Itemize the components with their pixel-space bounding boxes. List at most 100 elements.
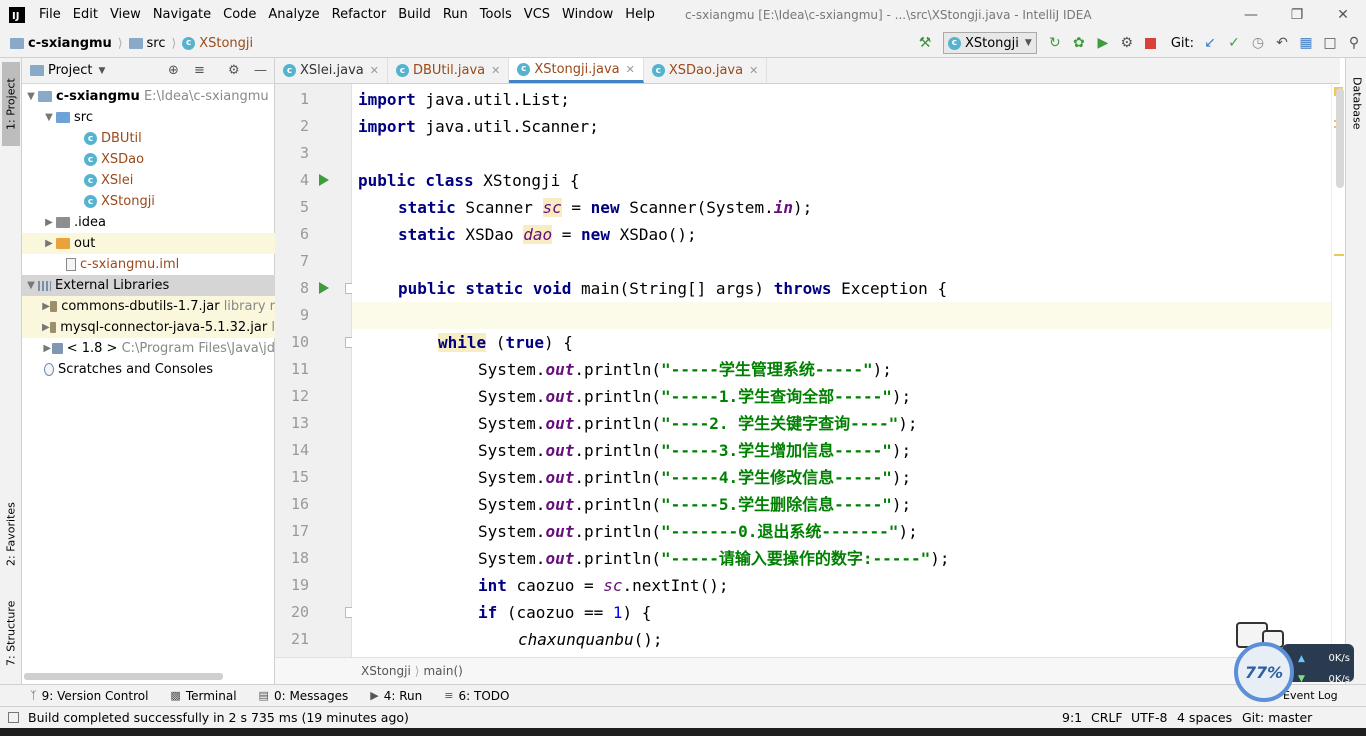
run-config-select[interactable]: c XStongji ▼: [942, 32, 1037, 54]
tab-dbutil[interactable]: c DBUtil.java ✕: [388, 58, 510, 83]
menu-file[interactable]: File: [33, 7, 67, 22]
search-icon[interactable]: ⚲: [1342, 32, 1366, 54]
file-encoding[interactable]: UTF-8: [1131, 710, 1167, 725]
run-coverage-icon[interactable]: ▶: [1091, 32, 1115, 54]
chevron-down-icon[interactable]: ▼: [24, 280, 38, 291]
git-branch[interactable]: Git: master: [1242, 710, 1312, 725]
tree-row-external-libraries[interactable]: ▼ External Libraries: [22, 275, 275, 296]
locate-icon[interactable]: ⊕: [168, 63, 179, 78]
presentation-icon[interactable]: □: [1318, 32, 1342, 54]
line-number: 18: [290, 549, 309, 567]
chevron-down-icon[interactable]: ▼: [24, 91, 38, 102]
tree-row-root[interactable]: ▼ c-sxiangmu E:\Idea\c-sxiangmu: [22, 86, 275, 107]
network-speed-widget[interactable]: 77% ▲ 0K/s ▼ 0K/s: [1232, 622, 1354, 702]
indent-setting[interactable]: 4 spaces: [1177, 710, 1232, 725]
project-structure-icon[interactable]: ▦: [1294, 32, 1318, 54]
horizontal-scrollbar[interactable]: [24, 673, 223, 680]
menu-analyze[interactable]: Analyze: [262, 7, 325, 22]
tree-row-src[interactable]: ▼ src: [22, 107, 275, 128]
close-icon[interactable]: ✕: [1320, 0, 1366, 29]
tab-database[interactable]: Database: [1348, 68, 1366, 138]
status-message[interactable]: Build completed successfully in 2 s 735 …: [28, 710, 409, 725]
warning-marker[interactable]: [1334, 254, 1344, 256]
tool-version-control[interactable]: ᛉ 9: Version Control: [30, 689, 148, 703]
line-number: 15: [290, 468, 309, 486]
tab-xsdao[interactable]: c XSDao.java ✕: [644, 58, 768, 83]
tree-row-out[interactable]: ▶ out: [22, 233, 275, 254]
vertical-scrollbar[interactable]: [1336, 88, 1344, 188]
breadcrumb-method[interactable]: main(): [423, 664, 462, 678]
run-class-icon[interactable]: [319, 174, 329, 186]
code-editor[interactable]: import java.util.List; import java.util.…: [352, 84, 1335, 657]
menu-build[interactable]: Build: [392, 7, 437, 22]
menu-help[interactable]: Help: [619, 7, 661, 22]
menu-view[interactable]: View: [104, 7, 147, 22]
rerun-icon[interactable]: ↻: [1043, 32, 1067, 54]
git-commit-icon[interactable]: ✓: [1222, 32, 1246, 54]
caret-position[interactable]: 9:1: [1062, 710, 1082, 725]
chevron-down-icon[interactable]: ▼: [42, 112, 56, 123]
menu-code[interactable]: Code: [217, 7, 262, 22]
project-view-icon: [30, 65, 44, 76]
menu-run[interactable]: Run: [437, 7, 474, 22]
line-separator[interactable]: CRLF: [1091, 710, 1123, 725]
tree-row-library[interactable]: ▶ commons-dbutils-1.7.jar library r: [22, 296, 275, 317]
breadcrumb-file[interactable]: c XStongji: [180, 36, 255, 51]
tab-xslei[interactable]: c XSlei.java ✕: [275, 58, 388, 83]
tab-project[interactable]: 1: Project: [2, 62, 20, 146]
gear-icon[interactable]: ⚙: [228, 63, 240, 78]
tree-row-scratches[interactable]: Scratches and Consoles: [22, 359, 275, 380]
chevron-right-icon[interactable]: ▶: [42, 238, 56, 249]
code-line: int caozuo = sc.nextInt();: [478, 576, 729, 595]
build-hammer-icon[interactable]: ⚒: [913, 32, 937, 54]
tree-row-class[interactable]: c XStongji: [22, 191, 275, 212]
close-tab-icon[interactable]: ✕: [749, 64, 758, 77]
run-main-icon[interactable]: [319, 282, 329, 294]
chevron-right-icon[interactable]: ▶: [42, 343, 52, 354]
profile-icon[interactable]: ⚙: [1115, 32, 1139, 54]
debug-bug-icon[interactable]: ✿: [1067, 32, 1091, 54]
tool-terminal[interactable]: ▩ Terminal: [170, 689, 236, 703]
menu-tools[interactable]: Tools: [474, 7, 518, 22]
menu-vcs[interactable]: VCS: [518, 7, 556, 22]
tree-row-class[interactable]: c XSlei: [22, 170, 275, 191]
tree-row-class[interactable]: c DBUtil: [22, 128, 275, 149]
tool-run[interactable]: ▶ 4: Run: [370, 689, 422, 703]
menu-navigate[interactable]: Navigate: [147, 7, 217, 22]
menu-refactor[interactable]: Refactor: [326, 7, 393, 22]
tool-messages[interactable]: ▤ 0: Messages: [259, 689, 349, 703]
project-panel-title[interactable]: Project: [48, 63, 92, 78]
line-number: 17: [290, 522, 309, 540]
chevron-right-icon[interactable]: ▶: [42, 301, 50, 312]
tree-row-iml[interactable]: c-sxiangmu.iml: [22, 254, 275, 275]
chevron-down-icon[interactable]: ▼: [98, 66, 105, 76]
collapse-all-icon[interactable]: ≡: [194, 63, 205, 78]
tool-todo[interactable]: ≡ 6: TODO: [444, 689, 509, 703]
menu-edit[interactable]: Edit: [67, 7, 104, 22]
git-rollback-icon[interactable]: ↶: [1270, 32, 1294, 54]
tree-row-idea[interactable]: ▶ .idea: [22, 212, 275, 233]
close-tab-icon[interactable]: ✕: [370, 64, 379, 77]
breadcrumb-src[interactable]: src: [127, 36, 168, 51]
menu-window[interactable]: Window: [556, 7, 619, 22]
hide-panel-icon[interactable]: —: [254, 63, 267, 78]
tab-structure[interactable]: 7: Structure: [2, 590, 20, 676]
toggle-tool-windows-icon[interactable]: [8, 712, 19, 723]
close-tab-icon[interactable]: ✕: [491, 64, 500, 77]
close-tab-icon[interactable]: ✕: [626, 63, 635, 76]
stop-icon[interactable]: [1139, 32, 1163, 54]
chevron-right-icon[interactable]: ▶: [42, 217, 56, 228]
tree-row-library[interactable]: ▶ mysql-connector-java-5.1.32.jar l: [22, 317, 275, 338]
chevron-right-icon[interactable]: ▶: [42, 322, 50, 333]
git-update-icon[interactable]: ↙: [1198, 32, 1222, 54]
git-history-icon[interactable]: ◷: [1246, 32, 1270, 54]
code-line: public static void main(String[] args) t…: [398, 279, 948, 298]
maximize-icon[interactable]: ❐: [1274, 0, 1320, 29]
tree-row-jdk[interactable]: ▶ < 1.8 > C:\Program Files\Java\jd: [22, 338, 275, 359]
tab-favorites[interactable]: 2: Favorites: [2, 494, 20, 574]
breadcrumb-project[interactable]: c-sxiangmu: [8, 36, 114, 51]
breadcrumb-class[interactable]: XStongji: [361, 664, 411, 678]
minimize-icon[interactable]: —: [1228, 0, 1274, 29]
tree-row-class[interactable]: c XSDao: [22, 149, 275, 170]
tab-xstongji[interactable]: c XStongji.java ✕: [509, 58, 644, 83]
